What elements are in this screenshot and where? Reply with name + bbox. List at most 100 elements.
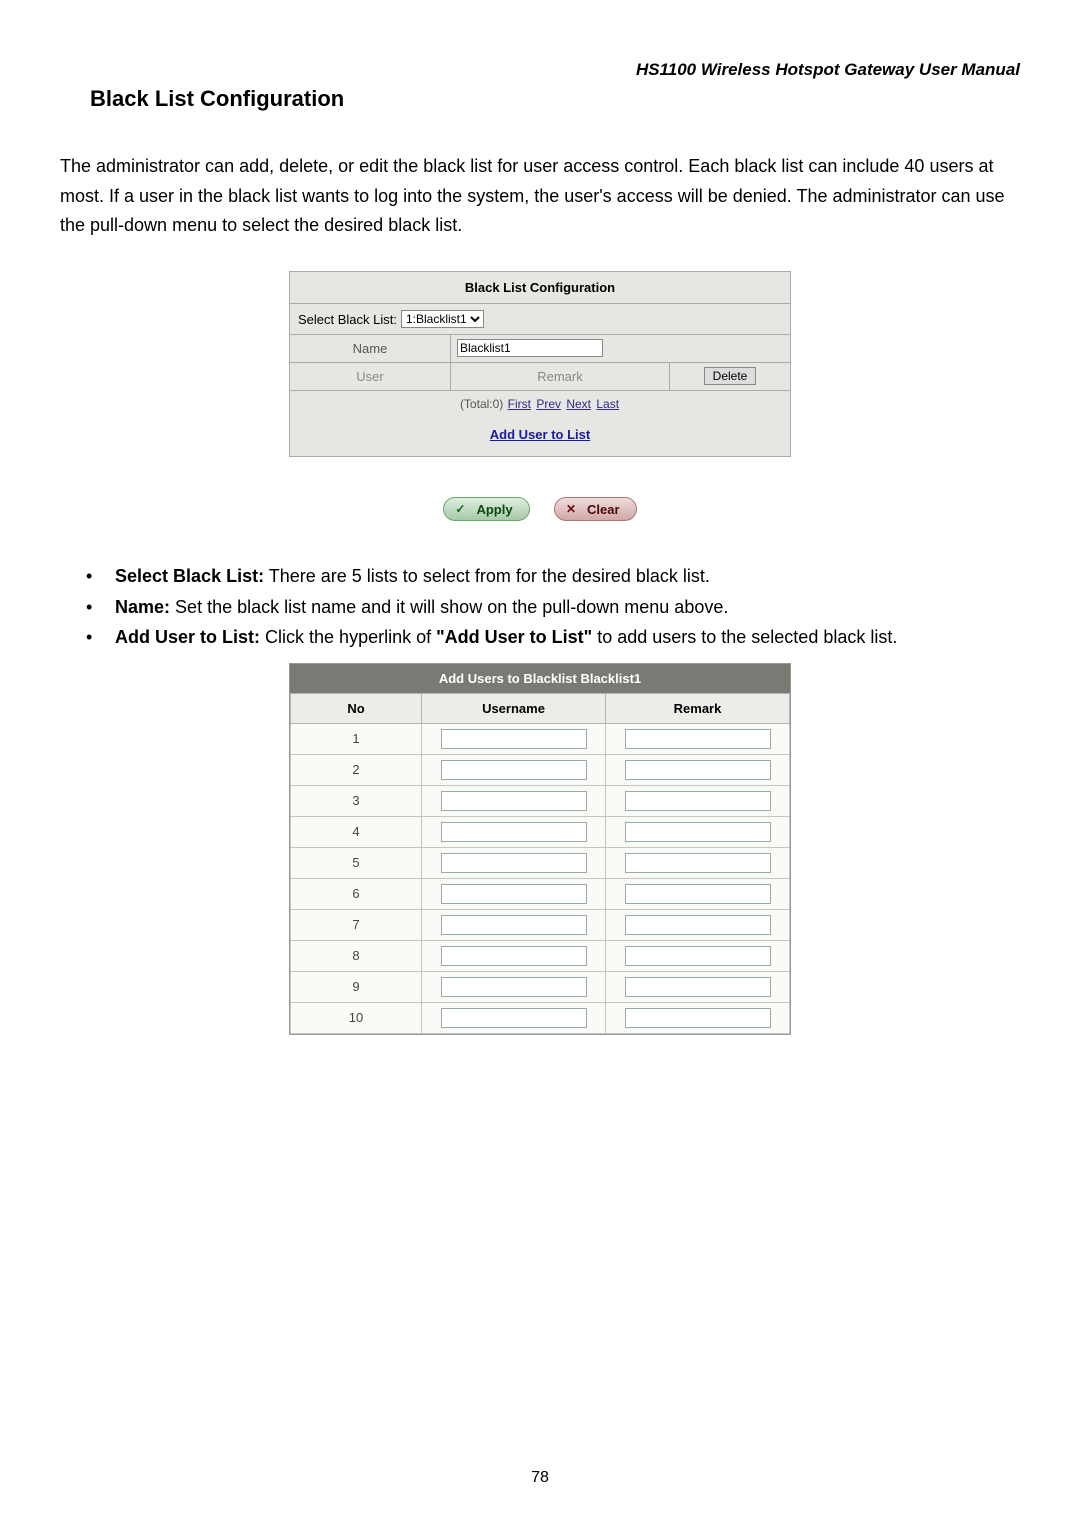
pager-first[interactable]: First — [508, 397, 531, 411]
remark-input[interactable] — [625, 977, 771, 997]
pager-row: (Total:0) First Prev Next Last — [290, 391, 790, 417]
row-username-cell — [422, 878, 606, 909]
row-remark-cell — [606, 847, 790, 878]
table-row: 9 — [291, 971, 790, 1002]
th-username: Username — [422, 693, 606, 723]
bullet1-strong: Select Black List: — [115, 566, 264, 586]
row-remark-cell — [606, 940, 790, 971]
row-remark-cell — [606, 754, 790, 785]
cross-icon: ✕ — [563, 501, 579, 517]
pager-next[interactable]: Next — [566, 397, 591, 411]
username-input[interactable] — [441, 729, 587, 749]
select-blacklist-row: Select Black List: 1:Blacklist1 — [290, 304, 790, 335]
row-remark-cell — [606, 909, 790, 940]
username-input[interactable] — [441, 884, 587, 904]
remark-input[interactable] — [625, 884, 771, 904]
remark-input[interactable] — [625, 760, 771, 780]
select-blacklist-label: Select Black List: — [298, 312, 397, 327]
username-input[interactable] — [441, 977, 587, 997]
row-username-cell — [422, 909, 606, 940]
row-remark-cell — [606, 816, 790, 847]
table-row: 3 — [291, 785, 790, 816]
bullet1-rest: There are 5 lists to select from for the… — [264, 566, 710, 586]
row-username-cell — [422, 940, 606, 971]
username-input[interactable] — [441, 760, 587, 780]
bullet2-rest: Set the black list name and it will show… — [170, 597, 728, 617]
bullet3-mid2: to add users to the selected black list. — [592, 627, 897, 647]
row-username-cell — [422, 1002, 606, 1033]
row-no: 10 — [291, 1002, 422, 1033]
row-no: 2 — [291, 754, 422, 785]
row-username-cell — [422, 754, 606, 785]
pager-prev[interactable]: Prev — [536, 397, 561, 411]
username-input[interactable] — [441, 853, 587, 873]
th-remark: Remark — [606, 693, 790, 723]
bullet2-strong: Name: — [115, 597, 170, 617]
columns-row: User Remark Delete — [290, 363, 790, 391]
row-no: 1 — [291, 723, 422, 754]
name-row: Name — [290, 335, 790, 363]
bullet-list: Select Black List: There are 5 lists to … — [60, 561, 1020, 653]
section-title: Black List Configuration — [90, 86, 1020, 112]
pager-last[interactable]: Last — [596, 397, 619, 411]
table-row: 8 — [291, 940, 790, 971]
remark-input[interactable] — [625, 729, 771, 749]
add-user-link[interactable]: Add User to List — [490, 427, 590, 442]
row-username-cell — [422, 785, 606, 816]
row-no: 4 — [291, 816, 422, 847]
username-input[interactable] — [441, 791, 587, 811]
th-no: No — [291, 693, 422, 723]
row-no: 3 — [291, 785, 422, 816]
table-row: 6 — [291, 878, 790, 909]
row-no: 5 — [291, 847, 422, 878]
check-icon: ✓ — [452, 501, 468, 517]
remark-input[interactable] — [625, 946, 771, 966]
panel1-title: Black List Configuration — [290, 272, 790, 304]
row-remark-cell — [606, 723, 790, 754]
bullet-add: Add User to List: Click the hyperlink of… — [90, 622, 1020, 653]
row-username-cell — [422, 723, 606, 754]
delete-button[interactable]: Delete — [704, 367, 757, 385]
remark-input[interactable] — [625, 822, 771, 842]
row-remark-cell — [606, 878, 790, 909]
clear-button-label: Clear — [587, 502, 620, 517]
table-row: 10 — [291, 1002, 790, 1033]
table-row: 5 — [291, 847, 790, 878]
bullet-name: Name: Set the black list name and it wil… — [90, 592, 1020, 623]
username-input[interactable] — [441, 946, 587, 966]
remark-input[interactable] — [625, 853, 771, 873]
remark-input[interactable] — [625, 791, 771, 811]
table-row: 4 — [291, 816, 790, 847]
row-no: 9 — [291, 971, 422, 1002]
row-username-cell — [422, 847, 606, 878]
row-no: 7 — [291, 909, 422, 940]
table-row: 2 — [291, 754, 790, 785]
add-users-table: No Username Remark 12345678910 — [290, 693, 790, 1034]
intro-paragraph: The administrator can add, delete, or ed… — [60, 152, 1020, 241]
manual-header: HS1100 Wireless Hotspot Gateway User Man… — [60, 60, 1020, 80]
row-username-cell — [422, 971, 606, 1002]
panel2-title: Add Users to Blacklist Blacklist1 — [290, 664, 790, 693]
action-buttons-row: ✓ Apply ✕ Clear — [60, 497, 1020, 521]
username-input[interactable] — [441, 915, 587, 935]
apply-button[interactable]: ✓ Apply — [443, 497, 529, 521]
username-input[interactable] — [441, 1008, 587, 1028]
row-remark-cell — [606, 1002, 790, 1033]
col-user: User — [290, 363, 451, 390]
apply-button-label: Apply — [476, 502, 512, 517]
row-remark-cell — [606, 971, 790, 1002]
pager-total: (Total:0) — [460, 397, 503, 411]
row-remark-cell — [606, 785, 790, 816]
row-no: 8 — [291, 940, 422, 971]
username-input[interactable] — [441, 822, 587, 842]
bullet3-quote: "Add User to List" — [436, 627, 592, 647]
remark-input[interactable] — [625, 1008, 771, 1028]
bullet3-mid1: Click the hyperlink of — [260, 627, 436, 647]
remark-input[interactable] — [625, 915, 771, 935]
blacklist-config-panel: Black List Configuration Select Black Li… — [289, 271, 791, 457]
select-blacklist-dropdown[interactable]: 1:Blacklist1 — [401, 310, 484, 328]
page-number: 78 — [0, 1469, 1080, 1487]
clear-button[interactable]: ✕ Clear — [554, 497, 637, 521]
name-input[interactable] — [457, 339, 603, 357]
table-row: 7 — [291, 909, 790, 940]
